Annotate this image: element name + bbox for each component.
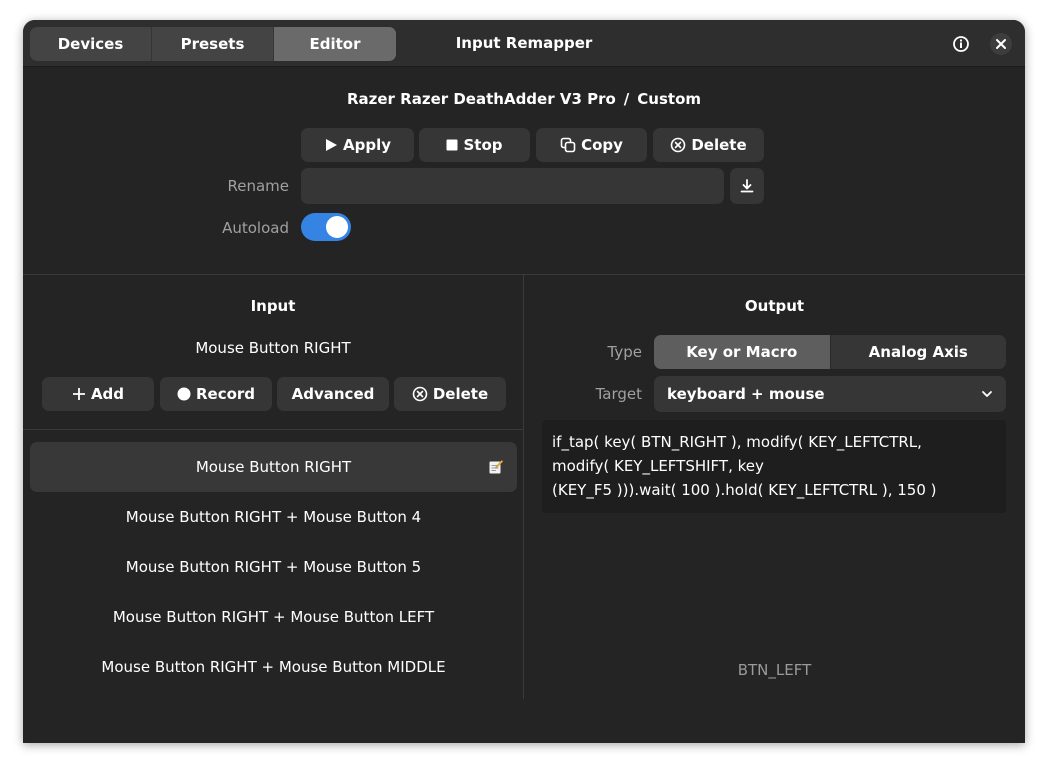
delete-input-label: Delete xyxy=(432,385,489,403)
advanced-button[interactable]: Advanced xyxy=(277,377,389,411)
apply-label: Apply xyxy=(342,136,391,154)
type-label: Type xyxy=(607,343,642,361)
preset-name: Custom xyxy=(637,90,702,108)
list-divider xyxy=(23,429,523,430)
list-item[interactable]: Mouse Button RIGHT + Mouse Button 4 xyxy=(30,492,517,542)
add-label: Add xyxy=(90,385,125,403)
chevron-down-icon xyxy=(982,391,992,397)
current-input-label: Mouse Button RIGHT xyxy=(195,339,351,357)
download-icon xyxy=(740,179,754,193)
macro-line: if_tap( key( BTN_RIGHT ), modify( KEY_LE… xyxy=(552,433,922,451)
input-title: Input xyxy=(250,297,296,315)
combination-label: Mouse Button RIGHT + Mouse Button MIDDLE xyxy=(101,658,446,676)
record-button[interactable]: Record xyxy=(160,377,272,411)
output-title: Output xyxy=(744,297,805,315)
delete-icon xyxy=(671,137,686,153)
input-pane: Input Mouse Button RIGHT Add Record Adva… xyxy=(23,275,523,699)
add-button[interactable]: Add xyxy=(42,377,154,411)
target-dropdown[interactable]: keyboard + mouse xyxy=(654,376,1006,412)
delete-icon xyxy=(412,386,428,402)
stop-icon xyxy=(446,139,458,151)
list-item[interactable]: Mouse Button RIGHT + Mouse Button MIDDLE xyxy=(30,642,517,692)
delete-preset-button[interactable]: Delete xyxy=(653,128,764,162)
app-window: Devices Presets Editor Input Remapper Ra… xyxy=(23,20,1025,743)
stop-label: Stop xyxy=(463,136,503,154)
list-item[interactable]: Mouse Button RIGHT + Mouse Button 5 xyxy=(30,542,517,592)
device-preset-title: Razer Razer DeathAdder V3 Pro / Custom xyxy=(23,90,1025,108)
combination-label: Mouse Button RIGHT + Mouse Button 5 xyxy=(125,558,422,576)
copy-icon xyxy=(560,137,576,153)
type-key-or-macro[interactable]: Key or Macro xyxy=(654,335,831,369)
stack-switcher: Devices Presets Editor xyxy=(30,27,396,61)
info-icon[interactable] xyxy=(950,33,972,55)
delete-label: Delete xyxy=(691,136,747,154)
copy-label: Copy xyxy=(581,136,623,154)
combination-list: Mouse Button RIGHT Mouse Button RIGHT + … xyxy=(30,442,517,692)
type-analog-axis[interactable]: Analog Axis xyxy=(831,335,1007,369)
device-name: Razer Razer DeathAdder V3 Pro xyxy=(346,90,616,108)
record-icon xyxy=(177,387,191,401)
record-label: Record xyxy=(195,385,256,403)
output-type-toggle: Key or Macro Analog Axis xyxy=(654,335,1006,369)
target-value: keyboard + mouse xyxy=(667,385,825,403)
tab-devices[interactable]: Devices xyxy=(30,27,152,61)
tab-presets[interactable]: Presets xyxy=(152,27,274,61)
macro-line: modify( KEY_LEFTSHIFT, key xyxy=(552,457,764,475)
edit-icon[interactable] xyxy=(488,459,504,479)
autoload-label: Autoload xyxy=(222,219,289,237)
combination-label: Mouse Button RIGHT + Mouse Button LEFT xyxy=(112,608,435,626)
switch-knob xyxy=(326,216,348,238)
macro-line: (KEY_F5 ))).wait( 100 ).hold( KEY_LEFTCT… xyxy=(552,481,937,499)
status-bar xyxy=(23,699,1025,743)
preset-header: Razer Razer DeathAdder V3 Pro / Custom App… xyxy=(23,67,1025,274)
save-name-button[interactable] xyxy=(730,168,764,204)
tab-editor[interactable]: Editor xyxy=(274,27,396,61)
apply-button[interactable]: Apply xyxy=(301,128,414,162)
stop-button[interactable]: Stop xyxy=(419,128,530,162)
combination-label: Mouse Button RIGHT xyxy=(195,458,352,476)
titlebar: Devices Presets Editor Input Remapper xyxy=(23,20,1025,67)
target-label: Target xyxy=(595,385,642,403)
advanced-label: Advanced xyxy=(291,385,375,403)
plus-icon xyxy=(72,388,85,400)
output-pane: Output Type Key or Macro Analog Axis Tar… xyxy=(524,275,1025,699)
list-item[interactable]: Mouse Button RIGHT + Mouse Button LEFT xyxy=(30,592,517,642)
output-footer: BTN_LEFT xyxy=(737,661,812,679)
delete-input-button[interactable]: Delete xyxy=(394,377,506,411)
list-item[interactable]: Mouse Button RIGHT xyxy=(30,442,517,492)
play-icon xyxy=(325,139,337,151)
close-icon[interactable] xyxy=(990,33,1012,55)
rename-input[interactable] xyxy=(301,168,724,204)
path-separator: / xyxy=(623,90,630,108)
macro-editor[interactable]: if_tap( key( BTN_RIGHT ), modify( KEY_LE… xyxy=(542,420,1006,513)
copy-button[interactable]: Copy xyxy=(536,128,647,162)
autoload-switch[interactable] xyxy=(301,213,351,241)
rename-label: Rename xyxy=(227,177,289,195)
combination-label: Mouse Button RIGHT + Mouse Button 4 xyxy=(125,508,422,526)
